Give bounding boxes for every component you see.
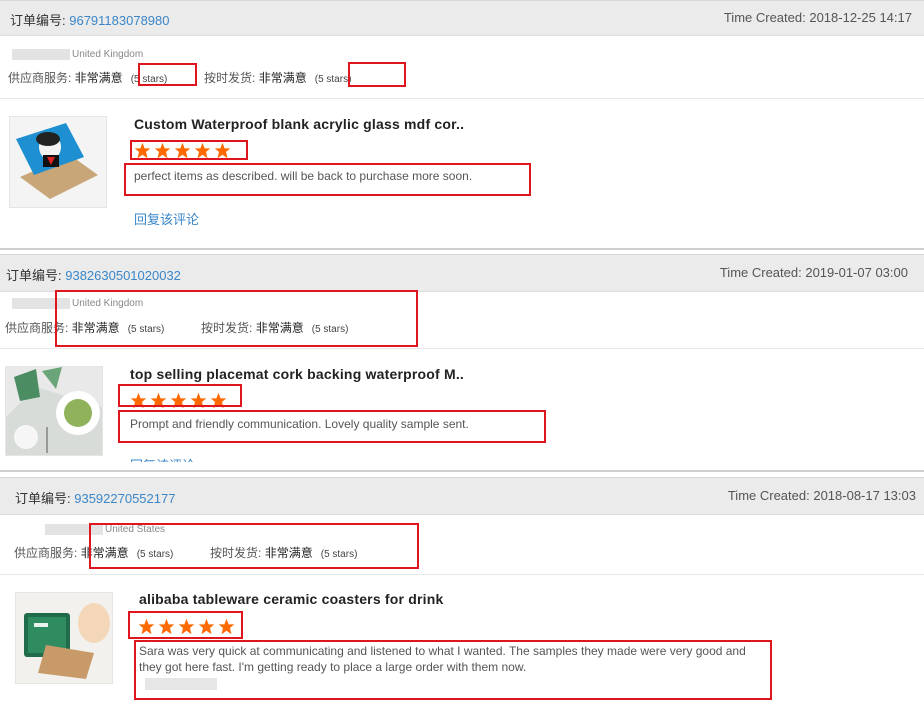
product-title[interactable]: Custom Waterproof blank acrylic glass md…: [134, 116, 464, 132]
time-created: Time Created: 2018-08-17 13:03: [728, 488, 916, 503]
redacted-buyer-name: [12, 49, 70, 60]
divider: [0, 348, 924, 349]
supplier-service-value: 非常满意: [74, 71, 123, 85]
buyer-country: United States: [45, 524, 165, 535]
order-header: 订单编号: 9382630501020032 Time Created: 201…: [0, 254, 924, 292]
buyer-country-text: United Kingdom: [72, 298, 144, 310]
product-title[interactable]: alibaba tableware ceramic coasters for d…: [139, 591, 444, 607]
time-created-label: Time Created:: [723, 10, 810, 25]
star-icon: [214, 142, 231, 159]
divider: [0, 98, 924, 99]
highlight-box: [348, 62, 406, 87]
time-created-label: Time Created:: [727, 488, 814, 503]
order-number-row: 订单编号: 9382630501020032: [6, 265, 181, 284]
star-icon: [170, 392, 187, 409]
shipping-value: 非常满意: [255, 321, 304, 335]
coaster-image: [10, 117, 106, 207]
shipping-value: 非常满意: [258, 71, 307, 85]
time-created-value: 2018-08-17 13:03: [813, 488, 916, 503]
reply-link[interactable]: 回复该评论: [130, 455, 195, 462]
order-number-link[interactable]: 9382630501020032: [65, 268, 181, 283]
supplier-service-stars: (5 stars): [130, 74, 168, 85]
buyer-country: United Kingdom: [12, 49, 143, 60]
order-number-link[interactable]: 93592270552177: [74, 491, 175, 506]
star-icon: [194, 142, 211, 159]
star-icon: [210, 392, 227, 409]
redacted-buyer-name: [12, 298, 70, 309]
time-created-label: Time Created:: [719, 265, 806, 280]
supplier-service-label: 供应商服务:: [14, 546, 81, 560]
order-number-row: 订单编号: 93592270552177: [15, 488, 175, 507]
time-created: Time Created: 2019-01-07 03:00: [720, 265, 908, 280]
shipping-stars: (5 stars): [314, 74, 352, 85]
ceramic-coaster-image: [16, 593, 112, 683]
supplier-service-stars: (5 stars): [136, 549, 174, 560]
divider: [0, 574, 924, 575]
product-thumbnail[interactable]: [5, 366, 103, 456]
star-icon: [190, 392, 207, 409]
shipping-label: 按时发货:: [210, 546, 265, 560]
service-ratings: 供应商服务: 非常满意 (5 stars) 按时发货: 非常满意 (5 stars): [5, 319, 348, 336]
review-text: Sara was very quick at communicating and…: [139, 644, 746, 674]
star-icon: [178, 618, 195, 635]
shipping-stars: (5 stars): [320, 549, 358, 560]
supplier-service-value: 非常满意: [80, 546, 129, 560]
placemat-image: [6, 367, 102, 455]
review-text: Prompt and friendly communication. Lovel…: [130, 417, 469, 431]
product-thumbnail[interactable]: [9, 116, 107, 208]
star-icon: [150, 392, 167, 409]
shipping-label: 按时发货:: [204, 71, 259, 85]
supplier-service-stars: (5 stars): [127, 324, 165, 335]
shipping-value: 非常满意: [264, 546, 313, 560]
product-title[interactable]: top selling placemat cork backing waterp…: [130, 366, 464, 382]
redacted-text: [145, 678, 217, 690]
star-icon: [130, 392, 147, 409]
product-thumbnail[interactable]: [15, 592, 113, 684]
supplier-service-label: 供应商服务:: [5, 321, 72, 335]
shipping-stars: (5 stars): [311, 324, 349, 335]
order-header: 订单编号: 96791183078980 Time Created: 2018-…: [0, 0, 924, 36]
rating-stars: [138, 618, 238, 638]
star-icon: [218, 618, 235, 635]
supplier-service-value: 非常满意: [71, 321, 120, 335]
redacted-buyer-name: [45, 524, 103, 535]
order-card: 订单编号: 93592270552177 Time Created: 2018-…: [0, 472, 924, 713]
service-ratings: 供应商服务: 非常满意 (5 stars) 按时发货: 非常满意 (5 stars): [8, 69, 351, 86]
time-created-value: 2019-01-07 03:00: [805, 265, 908, 280]
buyer-country-text: United States: [105, 524, 166, 536]
order-header: 订单编号: 93592270552177 Time Created: 2018-…: [0, 477, 924, 515]
service-ratings: 供应商服务: 非常满意 (5 stars) 按时发货: 非常满意 (5 stars): [14, 544, 357, 561]
order-number-label: 订单编号:: [10, 13, 70, 28]
rating-stars: [134, 142, 234, 162]
buyer-country: United Kingdom: [12, 298, 143, 309]
star-icon: [158, 618, 175, 635]
time-created: Time Created: 2018-12-25 14:17: [724, 10, 912, 25]
order-card: 订单编号: 96791183078980 Time Created: 2018-…: [0, 0, 924, 248]
order-number-label: 订单编号:: [6, 268, 66, 283]
time-created-value: 2018-12-25 14:17: [809, 10, 912, 25]
star-icon: [174, 142, 191, 159]
review-text: perfect items as described. will be back…: [134, 169, 473, 183]
star-icon: [154, 142, 171, 159]
order-number-link[interactable]: 96791183078980: [69, 13, 169, 28]
shipping-label: 按时发货:: [201, 321, 256, 335]
reply-link[interactable]: 回复该评论: [134, 209, 199, 228]
supplier-service-label: 供应商服务:: [8, 71, 75, 85]
star-icon: [198, 618, 215, 635]
buyer-country-text: United Kingdom: [72, 49, 144, 61]
star-icon: [138, 618, 155, 635]
rating-stars: [130, 392, 230, 412]
order-number-row: 订单编号: 96791183078980: [10, 10, 170, 29]
order-number-label: 订单编号:: [15, 491, 75, 506]
order-card: 订单编号: 9382630501020032 Time Created: 201…: [0, 250, 924, 462]
star-icon: [134, 142, 151, 159]
